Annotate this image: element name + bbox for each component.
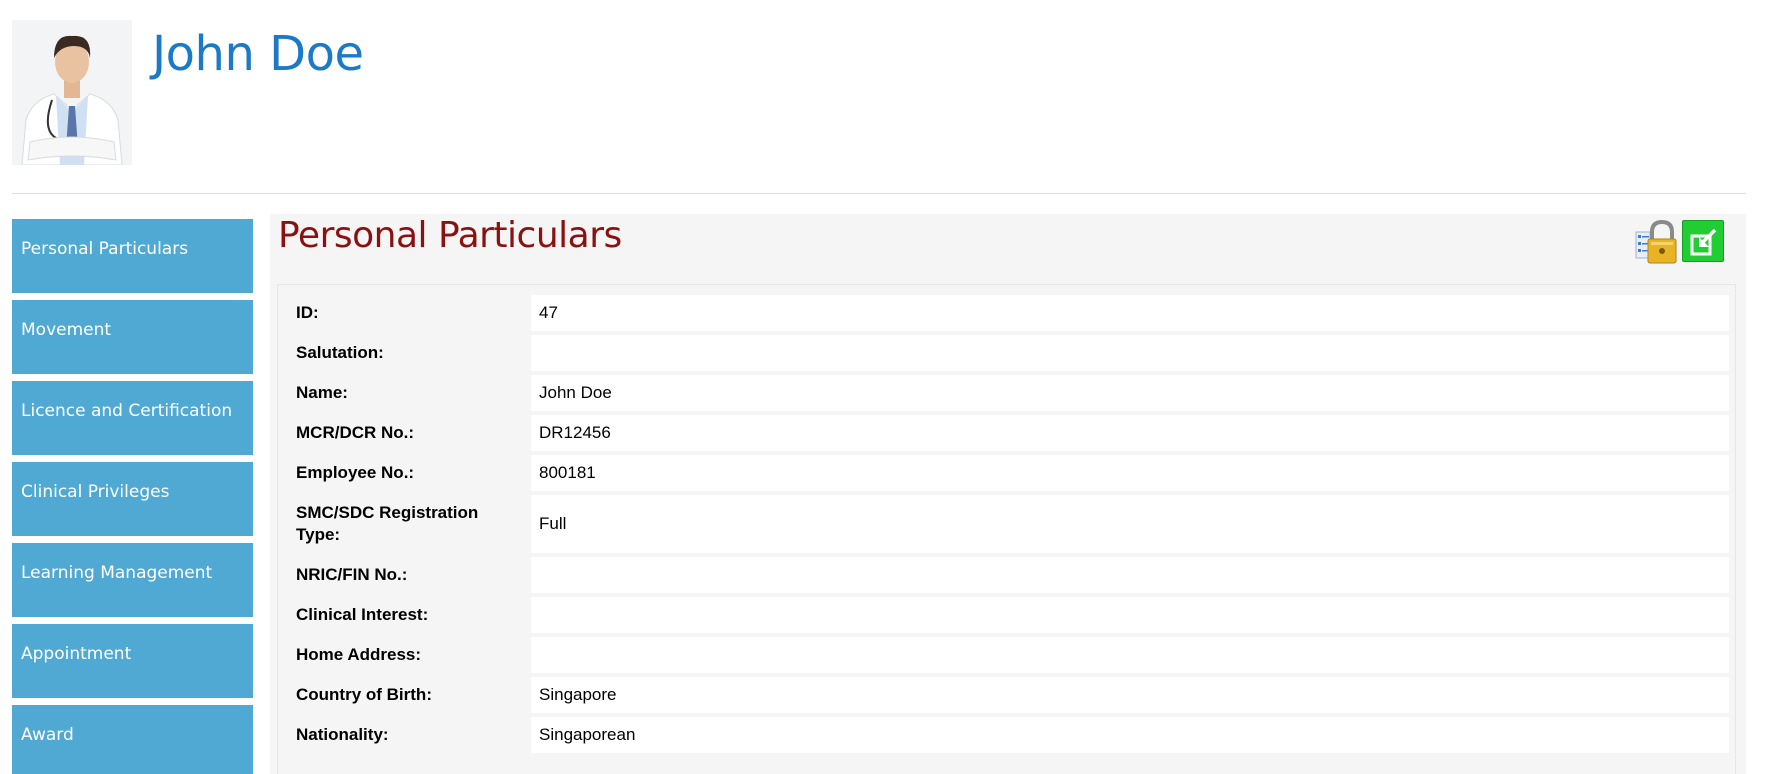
table-row: Country of Birth: Singapore bbox=[288, 677, 1729, 713]
sidebar-item-movement[interactable]: Movement bbox=[12, 300, 253, 374]
personal-particulars-panel: Personal Particulars ID: 47 Salutation: … bbox=[270, 214, 1746, 774]
field-label: NRIC/FIN No.: bbox=[296, 565, 408, 584]
doctor-name: John Doe bbox=[152, 26, 364, 82]
field-label: SMC/SDC Registration Type: bbox=[296, 503, 479, 544]
field-value: John Doe bbox=[531, 375, 1729, 411]
panel-title: Personal Particulars bbox=[278, 215, 622, 256]
sidebar-item-personal-particulars[interactable]: Personal Particulars bbox=[12, 219, 253, 293]
table-row: Employee No.: 800181 bbox=[288, 455, 1729, 491]
sidebar-nav: Personal Particulars Movement Licence an… bbox=[12, 219, 253, 774]
doctor-photo bbox=[12, 20, 132, 165]
field-value bbox=[531, 597, 1729, 633]
field-value: 47 bbox=[531, 295, 1729, 331]
table-row: NRIC/FIN No.: bbox=[288, 557, 1729, 593]
profile-header: John Doe bbox=[12, 20, 1746, 194]
field-label: Clinical Interest: bbox=[296, 605, 429, 624]
sidebar-item-licence-certification[interactable]: Licence and Certification bbox=[12, 381, 253, 455]
edit-export-icon bbox=[1690, 228, 1717, 256]
field-label: Nationality: bbox=[296, 725, 389, 744]
table-row: Clinical Interest: bbox=[288, 597, 1729, 633]
sidebar-item-award[interactable]: Award bbox=[12, 705, 253, 774]
avatar bbox=[12, 20, 132, 165]
field-value: Singapore bbox=[531, 677, 1729, 713]
edit-export-button[interactable] bbox=[1682, 220, 1724, 262]
table-row: MCR/DCR No.: DR12456 bbox=[288, 415, 1729, 451]
table-row: SMC/SDC Registration Type: Full bbox=[288, 495, 1729, 553]
field-value bbox=[531, 335, 1729, 371]
particulars-table: ID: 47 Salutation: Name: John Doe MCR/DC… bbox=[288, 291, 1729, 757]
table-row: Salutation: bbox=[288, 335, 1729, 371]
lock-checklist-icon[interactable] bbox=[1634, 218, 1678, 266]
field-label: ID: bbox=[296, 303, 319, 322]
field-value: Full bbox=[531, 495, 1729, 553]
table-row: ID: 47 bbox=[288, 295, 1729, 331]
table-row: Home Address: bbox=[288, 637, 1729, 673]
table-row: Nationality: Singaporean bbox=[288, 717, 1729, 753]
sidebar-item-learning-management[interactable]: Learning Management bbox=[12, 543, 253, 617]
field-label: Employee No.: bbox=[296, 463, 415, 482]
field-label: Name: bbox=[296, 383, 348, 402]
field-value: DR12456 bbox=[531, 415, 1729, 451]
field-value: Singaporean bbox=[531, 717, 1729, 753]
particulars-table-container: ID: 47 Salutation: Name: John Doe MCR/DC… bbox=[277, 284, 1736, 774]
field-label: Home Address: bbox=[296, 645, 422, 664]
field-label: Salutation: bbox=[296, 343, 384, 362]
field-value bbox=[531, 637, 1729, 673]
table-row: Name: John Doe bbox=[288, 375, 1729, 411]
profile-page: John Doe Personal Particulars Movement L… bbox=[0, 0, 1787, 774]
field-label: Country of Birth: bbox=[296, 685, 432, 704]
field-value: 800181 bbox=[531, 455, 1729, 491]
sidebar-item-clinical-privileges[interactable]: Clinical Privileges bbox=[12, 462, 253, 536]
header-divider bbox=[12, 193, 1746, 194]
sidebar-item-appointment[interactable]: Appointment bbox=[12, 624, 253, 698]
field-label: MCR/DCR No.: bbox=[296, 423, 415, 442]
field-value bbox=[531, 557, 1729, 593]
